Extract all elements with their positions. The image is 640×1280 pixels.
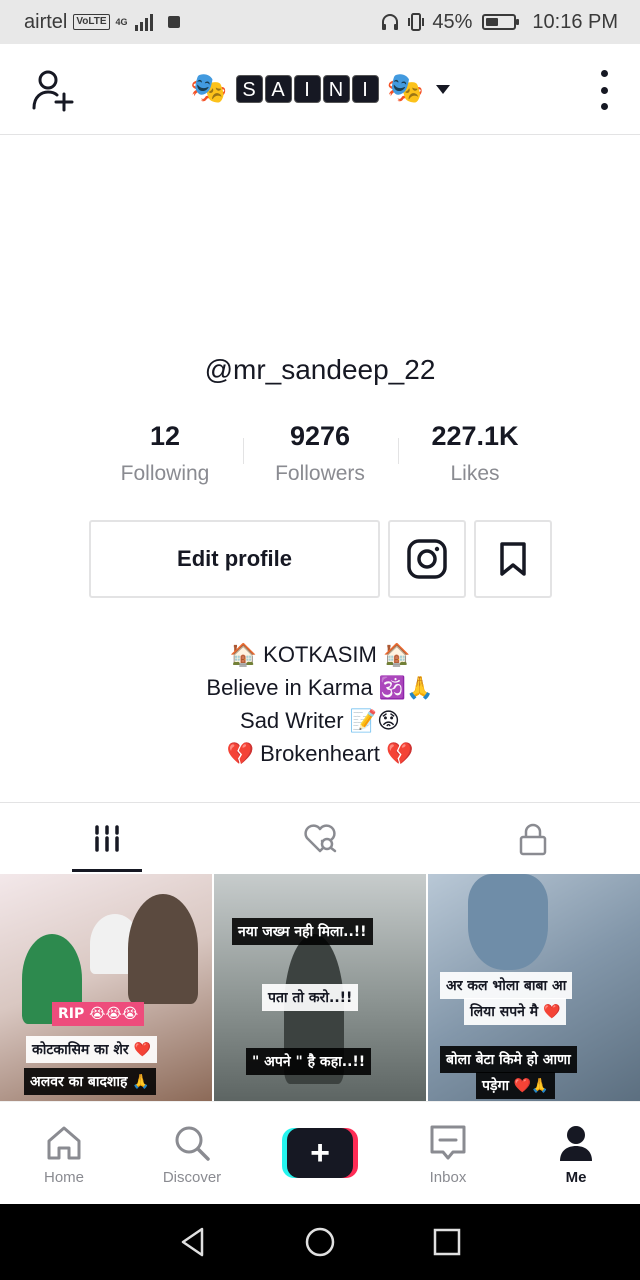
video-caption: कोटकासिम का शेर ❤️ [26,1036,157,1063]
profile-handle: @mr_sandeep_22 [204,354,436,385]
instagram-button[interactable] [388,520,466,598]
video-caption: पता तो करो..!! [262,984,359,1011]
tab-liked[interactable] [213,803,426,874]
followers-stat[interactable]: 9276 Followers [242,418,398,486]
volte-badge: VoLTE [73,14,110,30]
video-caption: RIP 😭😭😭 [52,1002,145,1026]
clock: 10:16 PM [532,10,618,33]
followers-label: Followers [275,462,365,485]
nav-discover-label: Discover [162,1168,222,1186]
video-thumbnail[interactable]: अर कल भोला बाबा आ लिया सपने मै ❤️ बोला ब… [428,874,640,1101]
profile-stats: 12 Following 9276 Followers 227.1K Likes [0,418,640,486]
profile-actions: Edit profile [89,520,552,598]
chevron-down-icon[interactable] [435,84,450,94]
following-label: Following [120,462,210,485]
home-icon [47,1126,81,1159]
likes-stat[interactable]: 227.1K Likes [397,418,553,486]
following-stat[interactable]: 12 Following [88,418,243,486]
likes-label: Likes [450,462,500,485]
video-caption: नया जख्म नही मिला..!! [232,918,373,945]
carrier-label: airtel [24,10,68,33]
mask-emoji-left: 🎭 [190,72,228,105]
video-caption: अर कल भोला बाबा आ [440,972,573,999]
bio-line: 💔 Brokenheart 💔 [226,741,414,766]
home-circle-icon[interactable] [304,1226,336,1258]
nav-me-label: Me [565,1168,587,1186]
account-letter: N [322,75,350,103]
network-type: 4G [115,16,128,27]
add-user-icon[interactable] [30,68,76,112]
status-bar: airtel VoLTE 4G 45% 10:16 PM [0,0,640,44]
nav-home-label: Home [43,1168,84,1186]
more-options-icon[interactable] [598,70,610,110]
video-grid: RIP 😭😭😭 कोटकासिम का शेर ❤️ अलवर का बादशा… [0,874,640,1101]
bio-line: Believe in Karma 🕉️🙏 [206,675,434,700]
nav-discover[interactable]: Discover [128,1102,256,1204]
edit-profile-button[interactable]: Edit profile [89,520,380,598]
instagram-icon [407,539,447,579]
video-caption: पड़ेगा ❤️🙏 [476,1072,555,1099]
tab-private[interactable] [427,803,640,874]
bottom-navigation: Home Discover + Inbox Me [0,1101,640,1204]
bio-line: 🏠 KOTKASIM 🏠 [229,642,411,667]
hidden-heart-icon [304,823,337,852]
nav-me[interactable]: Me [512,1102,640,1204]
account-letter: I [351,75,379,103]
video-thumbnail[interactable]: RIP 😭😭😭 कोटकासिम का शेर ❤️ अलवर का बादशा… [0,874,212,1101]
thumbnail-figure [128,894,198,1004]
profile-bio: 🏠 KOTKASIM 🏠 Believe in Karma 🕉️🙏 Sad Wr… [0,638,640,770]
vibrate-icon [408,13,425,31]
likes-count: 227.1K [431,421,519,451]
profile-header: 🎭 S A I N I 🎭 [0,44,640,135]
nav-create[interactable]: + [256,1102,384,1204]
search-icon [175,1126,210,1161]
system-navigation-bar [0,1204,640,1280]
followers-count: 9276 [289,421,351,451]
tab-videos[interactable] [0,803,213,874]
create-button[interactable]: + [282,1128,358,1178]
headphones-icon [382,14,399,30]
nav-home[interactable]: Home [0,1102,128,1204]
account-letter: I [293,75,321,103]
video-caption: " अपने " है कहा..!! [246,1048,372,1075]
following-count: 12 [149,421,181,451]
recents-icon[interactable] [432,1227,462,1257]
inbox-icon [430,1125,466,1159]
video-thumbnail[interactable]: नया जख्म नही मिला..!! पता तो करो..!! " अ… [214,874,426,1101]
nav-inbox-label: Inbox [429,1168,467,1186]
account-name-letters: S A I N I [235,75,379,103]
bookmark-button[interactable] [474,520,552,598]
account-letter: S [235,75,263,103]
video-caption: बोला बेटा किमे हो आणा [440,1046,577,1073]
account-letter: A [264,75,292,103]
bio-line: Sad Writer 📝😟 [240,708,400,733]
grid-icon [94,824,119,852]
account-switcher[interactable]: 🎭 S A I N I 🎭 [190,71,450,107]
lock-icon [520,823,547,855]
notification-icon [167,16,180,28]
battery-level [486,18,499,26]
video-caption: अलवर का बादशाह 🙏 [24,1068,156,1095]
battery-icon [482,14,520,30]
battery-percent: 45% [432,10,473,33]
profile-icon [560,1125,592,1161]
thumbnail-figure [468,874,548,970]
profile-tabs [0,802,640,874]
mask-emoji-right: 🎭 [386,72,424,105]
plus-icon: + [287,1128,353,1178]
back-icon[interactable] [178,1226,208,1258]
nav-inbox[interactable]: Inbox [384,1102,512,1204]
video-caption: लिया सपने मै ❤️ [464,998,567,1025]
bookmark-icon [500,542,526,576]
signal-icon [134,14,153,31]
